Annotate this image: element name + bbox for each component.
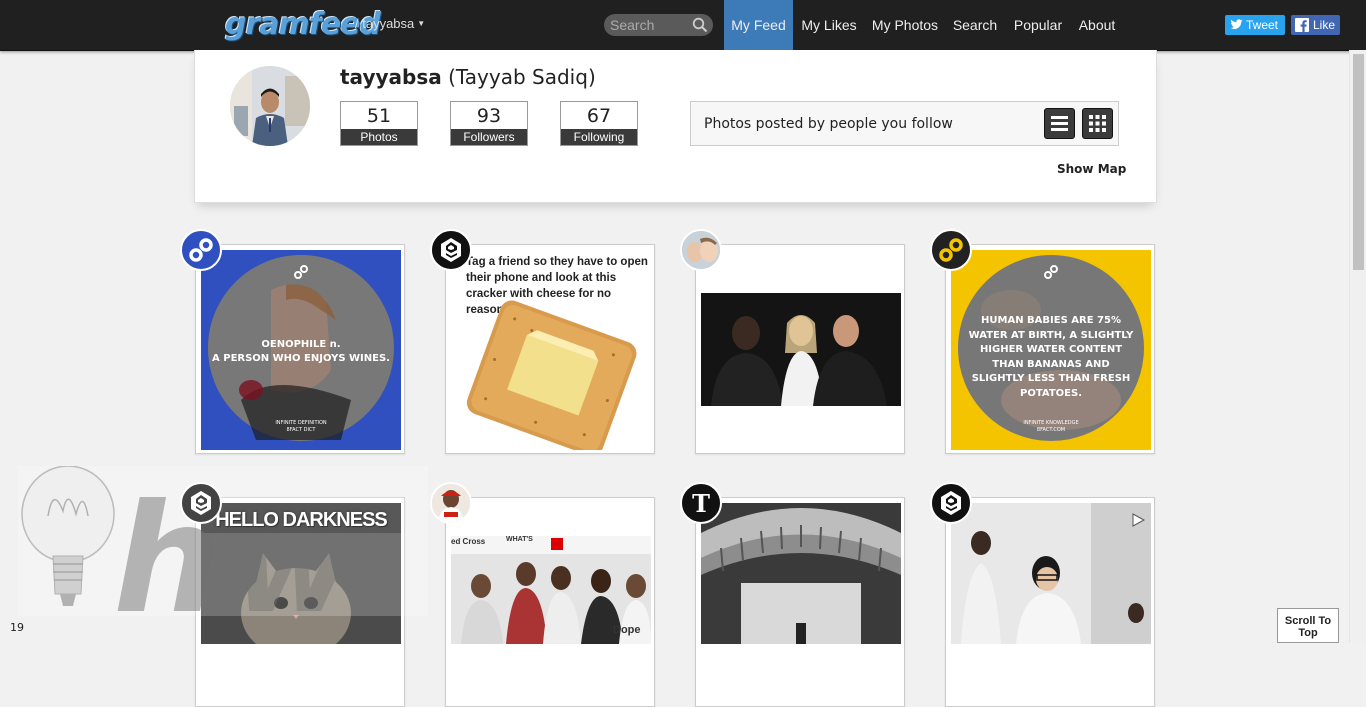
tweet-button[interactable]: Tweet [1225,15,1285,35]
show-map-link[interactable]: Show Map [1057,162,1126,176]
photo-shirt-text: Dope [613,624,641,636]
howstuffworks-watermark: h w [18,466,428,616]
profile-name: tayyabsa (Tayyab Sadiq) [340,65,596,89]
photo-image: OENOPHILE n. A PERSON WHO ENJOYS WINES. … [201,250,401,450]
nav-about[interactable]: About [1071,0,1123,50]
caret-down-icon: ▼ [417,19,426,28]
feed-photo-tile[interactable]: ed Cross WHAT'S Dope [445,497,655,707]
photo-footer-line-1: INFINITE DEFINITION [275,420,327,426]
profile-card: tayyabsa (Tayyab Sadiq) 51 Photos 93 Fol… [194,50,1157,203]
poster-avatar-9gag[interactable] [930,482,972,524]
9gag-icon [941,491,961,515]
link-icon [939,238,963,262]
theater-photo-graphic [701,503,901,644]
photo-image [701,503,901,644]
nav-my-likes[interactable]: My Likes [795,0,863,50]
like-label: Like [1313,18,1336,32]
cracker-graphic [466,300,637,450]
top-navbar: gramfeed / tayyabsa▼ My Feed My Likes My… [0,0,1366,51]
search-box [604,14,713,36]
scroll-to-top-button[interactable]: Scroll To Top [1277,608,1339,643]
nav-search[interactable]: Search [946,0,1004,50]
profile-avatar-image [230,66,310,146]
nytimes-logo-icon: T [692,489,710,518]
svg-text:w: w [233,490,354,616]
page-number: 19 [10,621,24,634]
9gag-icon [441,238,461,262]
photo-image: Tag a friend so they have to open their … [451,250,651,450]
feed-photo-tile[interactable]: HUMAN BABIES ARE 75% WATER AT BIRTH, A S… [945,244,1155,454]
video-play-icon[interactable] [1131,513,1145,527]
photo-sign-text: ed Cross [451,537,486,546]
photo-caption-fact: HUMAN BABIES ARE 75% WATER AT BIRTH, A S… [968,315,1134,399]
feed-filter-text: Photos posted by people you follow [704,116,953,132]
feed-photo-tile[interactable] [695,244,905,454]
poster-avatar-image [432,484,470,522]
stat-photos-label: Photos [341,129,417,145]
photo-caption-footer: INFINITE DEFINITION 8FACT DICT [201,420,401,434]
twitter-bird-icon [1230,19,1243,30]
facebook-like-button[interactable]: Like [1291,15,1340,35]
stat-following[interactable]: 67 Following [560,101,638,146]
facebook-icon [1295,18,1309,32]
poster-avatar-user[interactable] [430,482,472,524]
stat-followers[interactable]: 93 Followers [450,101,528,146]
poster-avatar-8fact[interactable] [930,229,972,271]
stat-photos[interactable]: 51 Photos [340,101,418,146]
page-scrollbar[interactable] [1349,50,1366,643]
photo-caption-line-2: A PERSON WHO ENJOYS WINES. [212,353,390,364]
feed-filter-bar: Photos posted by people you follow [690,101,1119,146]
user-menu[interactable]: / tayyabsa ▼ [355,16,425,31]
photo-image [951,503,1151,644]
grid-view-icon [1089,115,1106,132]
feed-photo-tile[interactable]: OENOPHILE n. A PERSON WHO ENJOYS WINES. … [195,244,405,454]
profile-fullname: (Tayyab Sadiq) [448,65,596,89]
list-view-icon [1051,116,1068,131]
photo-footer-line-2: 8FACT DICT [286,427,316,433]
search-input[interactable] [610,16,688,34]
poster-avatar-8fact[interactable] [180,229,222,271]
photo-image: ed Cross WHAT'S Dope [451,536,651,644]
stat-following-label: Following [561,129,637,145]
nav-popular[interactable]: Popular [1008,0,1068,50]
stat-followers-label: Followers [451,129,527,145]
svg-text:T: T [692,489,710,518]
search-icon[interactable] [692,17,708,33]
list-view-button[interactable] [1044,108,1075,139]
group-photo-graphic [701,293,901,406]
poster-avatar-user[interactable] [680,229,722,271]
scrollbar-thumb[interactable] [1353,54,1364,270]
photo-footer-line-2: 8FACT.COM [1036,427,1066,433]
feed-photo-tile[interactable] [695,497,905,707]
profile-username: tayyabsa [340,65,442,89]
stat-followers-count: 93 [476,105,502,127]
photo-sign-text-2: WHAT'S [506,536,533,543]
svg-text:h: h [113,473,220,616]
feed-photo-tile[interactable] [945,497,1155,707]
poster-avatar-nytimes[interactable]: T [680,482,722,524]
photo-image: HUMAN BABIES ARE 75% WATER AT BIRTH, A S… [951,250,1151,450]
profile-avatar[interactable] [230,66,310,146]
poster-avatar-image [682,231,720,269]
nav-my-feed[interactable]: My Feed [724,0,793,50]
photo-footer-line-1: INFINITE KNOWLEDGE [1023,420,1079,426]
link-icon [189,238,213,262]
photo-caption-line-1: OENOPHILE n. [261,339,341,350]
photo-caption-title: OENOPHILE n. A PERSON WHO ENJOYS WINES. [201,338,401,366]
feed-photo-tile[interactable]: Tag a friend so they have to open their … [445,244,655,454]
stat-photos-count: 51 [366,105,392,127]
nav-my-photos[interactable]: My Photos [866,0,944,50]
photo-image [701,293,901,406]
user-menu-label: / tayyabsa [355,16,415,31]
video-still-graphic [951,503,1151,644]
photo-caption-footer: INFINITE KNOWLEDGE 8FACT.COM [951,420,1151,434]
tweet-label: Tweet [1246,18,1279,32]
poster-avatar-9gag[interactable] [430,229,472,271]
grid-view-button[interactable] [1082,108,1113,139]
stat-following-count: 67 [586,105,612,127]
